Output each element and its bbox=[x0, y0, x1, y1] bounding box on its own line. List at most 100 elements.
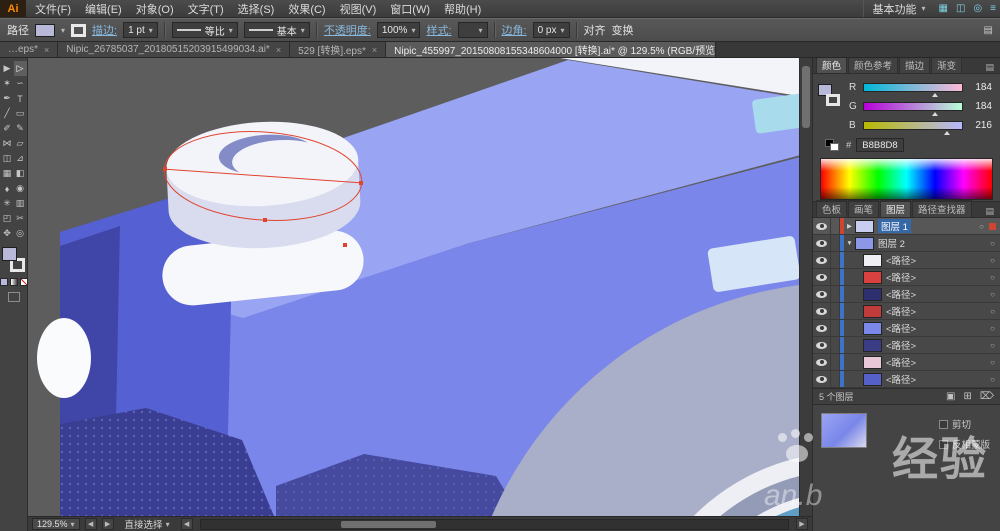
menu-view[interactable]: 视图(V) bbox=[333, 0, 384, 17]
fill-color-swatch[interactable] bbox=[1, 247, 17, 261]
layer-thumbnail[interactable] bbox=[863, 355, 882, 369]
layer-row[interactable]: <路径> ○ bbox=[813, 337, 1000, 354]
menu-object[interactable]: 对象(O) bbox=[129, 0, 181, 17]
slider-marker[interactable] bbox=[931, 112, 938, 116]
brush-definition-select[interactable]: 基本 ▾ bbox=[243, 22, 310, 38]
artboard-tool[interactable]: ◰ bbox=[1, 211, 14, 226]
stroke-label[interactable]: 描边: bbox=[92, 22, 117, 38]
red-value[interactable]: 184 bbox=[968, 82, 992, 93]
tab-brushes[interactable]: 画笔 bbox=[848, 200, 880, 217]
layer-name[interactable]: <路径> bbox=[886, 355, 985, 369]
layer-target-icon[interactable]: ○ bbox=[985, 290, 1000, 299]
tab-gradient[interactable]: 渐变 bbox=[931, 56, 963, 73]
green-slider[interactable] bbox=[863, 102, 963, 116]
invert-mask-checkbox[interactable]: 反相蒙版 bbox=[938, 437, 990, 451]
layer-visibility-toggle[interactable] bbox=[813, 235, 831, 251]
document-tab[interactable]: Nipic_26785037_20180515203915499034.ai* … bbox=[58, 42, 291, 57]
layer-thumbnail[interactable] bbox=[863, 338, 882, 352]
panel-menu-icon[interactable]: ▤ bbox=[984, 25, 993, 36]
corner-radius-select[interactable]: 0 px ▾ bbox=[532, 22, 570, 38]
layer-thumbnail[interactable] bbox=[855, 236, 874, 250]
menu-edit[interactable]: 编辑(E) bbox=[78, 0, 129, 17]
close-icon[interactable]: × bbox=[276, 45, 281, 55]
current-tool-indicator[interactable]: 直接选择 ▾ bbox=[119, 517, 176, 531]
green-value[interactable]: 184 bbox=[968, 101, 992, 112]
layer-thumbnail[interactable] bbox=[855, 219, 874, 233]
layer-visibility-toggle[interactable] bbox=[813, 252, 831, 268]
black-white-swatches[interactable] bbox=[825, 139, 841, 151]
layer-name[interactable]: <路径> bbox=[886, 338, 985, 352]
layer-lock-cell[interactable] bbox=[831, 269, 840, 285]
align-button[interactable]: 对齐 bbox=[584, 22, 606, 38]
layer-target-icon[interactable]: ○ bbox=[985, 239, 1000, 248]
width-tool[interactable]: ⋈ bbox=[1, 136, 14, 151]
color-spectrum[interactable] bbox=[820, 158, 993, 200]
selection-tool[interactable]: ▶ bbox=[1, 61, 14, 76]
layer-row[interactable]: <路径> ○ bbox=[813, 286, 1000, 303]
direct-selection-tool[interactable]: ▷ bbox=[13, 61, 27, 76]
corner-label[interactable]: 边角: bbox=[502, 22, 527, 38]
layer-lock-cell[interactable] bbox=[831, 371, 840, 387]
pen-tool[interactable]: ✒ bbox=[1, 91, 14, 106]
layer-target-icon[interactable]: ○ bbox=[985, 324, 1000, 333]
mesh-tool[interactable]: ▦ bbox=[1, 166, 14, 181]
layer-lock-cell[interactable] bbox=[831, 354, 840, 370]
hex-value-field[interactable]: B8B8D8 bbox=[856, 138, 904, 152]
bridge-icon[interactable]: ▦ bbox=[935, 3, 952, 14]
layer-lock-cell[interactable] bbox=[831, 252, 840, 268]
artwork-canvas[interactable] bbox=[28, 58, 812, 516]
transform-button[interactable]: 变换 bbox=[612, 22, 634, 38]
layer-row[interactable]: <路径> ○ bbox=[813, 303, 1000, 320]
pencil-tool[interactable]: ✎ bbox=[14, 121, 27, 136]
layer-row[interactable]: <路径> ○ bbox=[813, 371, 1000, 388]
layer-lock-cell[interactable] bbox=[831, 320, 840, 336]
arrange-documents-icon[interactable]: ◫ bbox=[952, 3, 969, 14]
menu-type[interactable]: 文字(T) bbox=[181, 0, 231, 17]
horizontal-scroll-handle[interactable] bbox=[340, 520, 436, 528]
checkbox-icon[interactable] bbox=[938, 419, 948, 429]
layer-lock-cell[interactable] bbox=[831, 303, 840, 319]
document-tab-active[interactable]: Nipic_455997_20150808155348604000 [转换].a… bbox=[386, 42, 717, 57]
collapse-icon[interactable]: ▼ bbox=[844, 240, 855, 247]
tab-layers[interactable]: 图层 bbox=[880, 200, 912, 217]
width-profile-select[interactable]: 等比 ▾ bbox=[171, 22, 238, 38]
vertical-scroll-handle[interactable] bbox=[802, 66, 810, 128]
menu-icon[interactable]: ≡ bbox=[986, 3, 1000, 14]
layer-thumbnail[interactable] bbox=[863, 372, 882, 386]
object-thumbnail[interactable] bbox=[821, 413, 867, 448]
none-mode-button[interactable] bbox=[19, 278, 28, 286]
eyedropper-tool[interactable]: ♦ bbox=[1, 181, 14, 196]
layer-lock-cell[interactable] bbox=[831, 218, 840, 234]
layer-target-icon[interactable]: ○ bbox=[985, 341, 1000, 350]
hand-tool[interactable]: ✥ bbox=[1, 226, 14, 241]
clip-checkbox[interactable]: 剪切 bbox=[938, 417, 990, 431]
layer-name[interactable]: 图层 2 bbox=[878, 236, 985, 250]
layer-thumbnail[interactable] bbox=[863, 321, 882, 335]
symbol-sprayer-tool[interactable]: ✳ bbox=[1, 196, 14, 211]
layer-target-icon[interactable]: ○ bbox=[985, 256, 1000, 265]
free-transform-tool[interactable]: ▱ bbox=[14, 136, 27, 151]
layer-thumbnail[interactable] bbox=[863, 287, 882, 301]
style-select[interactable]: ▾ bbox=[457, 22, 488, 38]
layer-row[interactable]: ▶ 图层 1 ○ bbox=[813, 218, 1000, 235]
delete-layer-icon[interactable]: ⌦ bbox=[980, 391, 994, 402]
shape-builder-tool[interactable]: ◫ bbox=[1, 151, 14, 166]
layer-lock-cell[interactable] bbox=[831, 235, 840, 251]
close-icon[interactable]: × bbox=[44, 45, 49, 55]
fill-stroke-indicator[interactable] bbox=[1, 247, 26, 273]
scroll-left-button[interactable]: ◀ bbox=[180, 518, 193, 530]
slider-marker[interactable] bbox=[944, 131, 951, 135]
layer-name[interactable]: <路径> bbox=[886, 270, 985, 284]
layer-lock-cell[interactable] bbox=[831, 337, 840, 353]
column-graph-tool[interactable]: ▥ bbox=[14, 196, 27, 211]
layer-row[interactable]: ▼ 图层 2 ○ bbox=[813, 235, 1000, 252]
screen-mode-button[interactable] bbox=[7, 292, 20, 302]
fill-color-swatch[interactable] bbox=[35, 23, 55, 37]
tab-pathfinder[interactable]: 路径查找器 bbox=[912, 200, 972, 217]
fill-stroke-indicator[interactable] bbox=[818, 84, 844, 114]
opacity-select[interactable]: 100% ▾ bbox=[376, 22, 421, 38]
line-segment-tool[interactable]: ╱ bbox=[1, 106, 14, 121]
tab-color-guide[interactable]: 颜色参考 bbox=[848, 56, 899, 73]
layer-lock-cell[interactable] bbox=[831, 286, 840, 302]
new-layer-icon[interactable]: ⊞ bbox=[963, 391, 971, 402]
